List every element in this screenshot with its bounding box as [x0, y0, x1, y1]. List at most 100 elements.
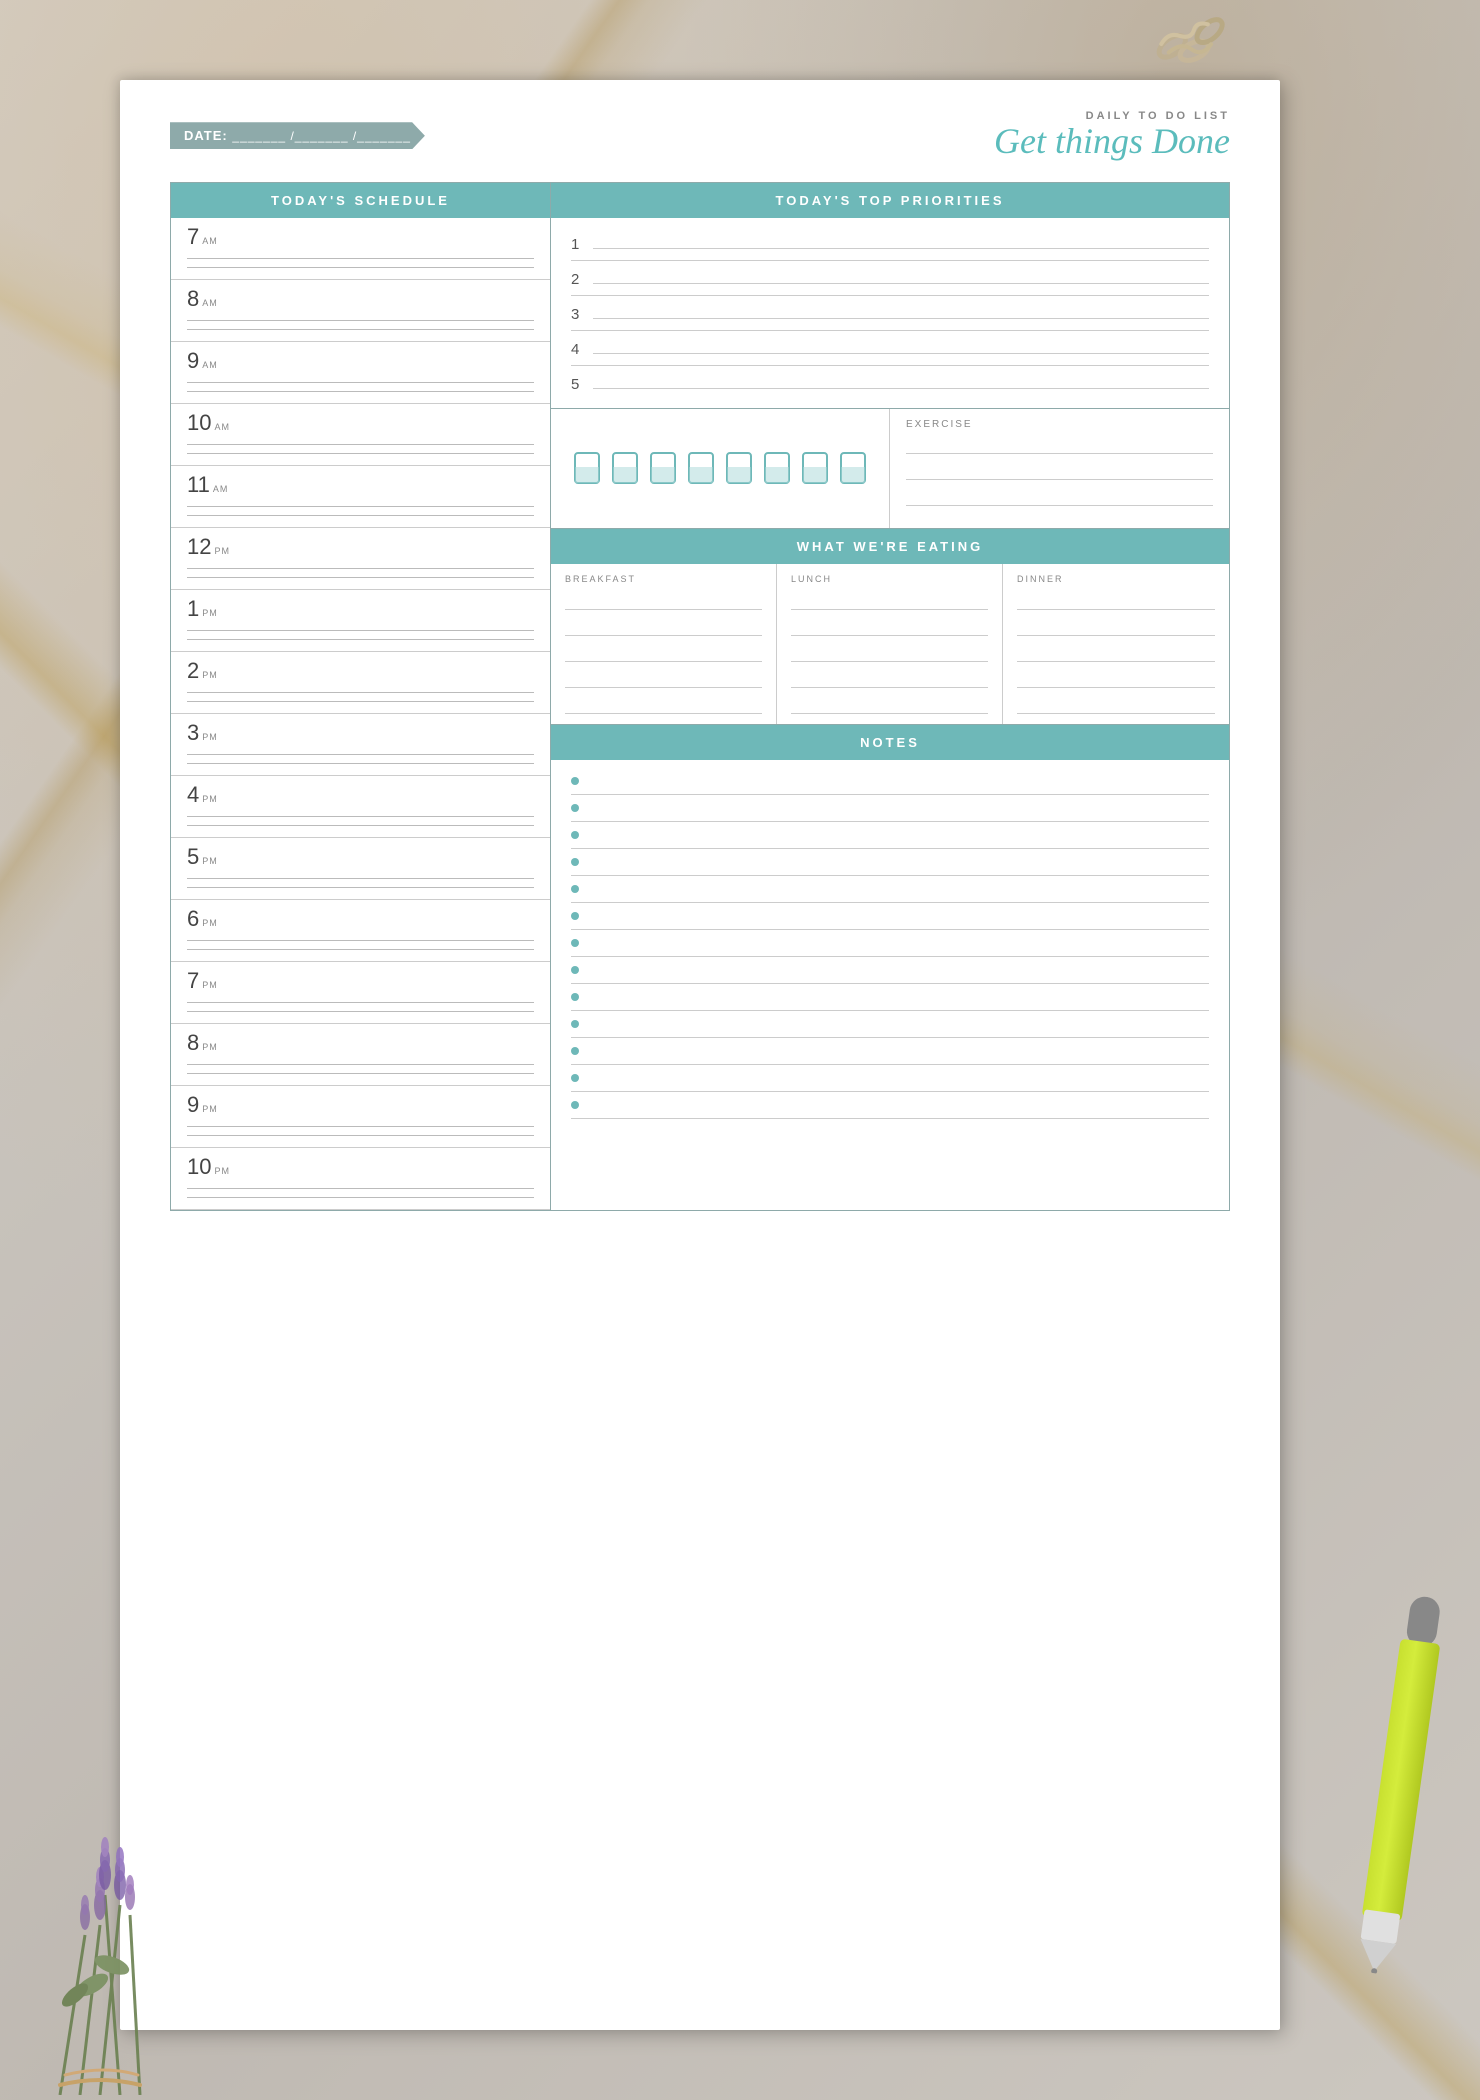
priorities-header: TODAY'S TOP PRIORITIES	[551, 183, 1229, 218]
time-slot-2pm: 2 PM	[171, 652, 550, 714]
note-row-7[interactable]	[571, 930, 1209, 957]
breakfast-line-4[interactable]	[565, 672, 762, 688]
note-row-5[interactable]	[571, 876, 1209, 903]
right-column: TODAY'S TOP PRIORITIES 1 2 3	[551, 183, 1229, 1210]
lunch-line-2[interactable]	[791, 620, 988, 636]
paper-header: DATE: _______ /_______ /_______ DAILY TO…	[120, 80, 1280, 182]
priority-row-4[interactable]: 4	[571, 331, 1209, 366]
note-bullet-1	[571, 777, 579, 785]
note-row-8[interactable]	[571, 957, 1209, 984]
water-glass-2[interactable]	[609, 449, 641, 487]
breakfast-col: BREAKFAST	[551, 564, 777, 724]
note-bullet-2	[571, 804, 579, 812]
exercise-label: EXERCISE	[906, 419, 1213, 430]
notes-list	[551, 760, 1229, 1127]
note-bullet-4	[571, 858, 579, 866]
dinner-line-3[interactable]	[1017, 646, 1215, 662]
note-bullet-3	[571, 831, 579, 839]
note-row-6[interactable]	[571, 903, 1209, 930]
priority-row-2[interactable]: 2	[571, 261, 1209, 296]
water-glass-1[interactable]	[571, 449, 603, 487]
water-glass-3[interactable]	[647, 449, 679, 487]
dinner-line-4[interactable]	[1017, 672, 1215, 688]
exercise-line-3[interactable]	[906, 490, 1213, 506]
lunch-line-1[interactable]	[791, 594, 988, 610]
note-row-12[interactable]	[571, 1065, 1209, 1092]
time-slot-10pm: 10 PM	[171, 1148, 550, 1210]
note-bullet-9	[571, 993, 579, 1001]
dinner-line-1[interactable]	[1017, 594, 1215, 610]
note-bullet-13	[571, 1101, 579, 1109]
note-bullet-12	[571, 1074, 579, 1082]
lavender-decoration	[0, 1745, 250, 2100]
dinner-label: DINNER	[1017, 574, 1215, 584]
dinner-line-5[interactable]	[1017, 698, 1215, 714]
meals-grid: BREAKFAST LUNCH	[551, 564, 1229, 724]
lunch-col: LUNCH	[777, 564, 1003, 724]
note-row-13[interactable]	[571, 1092, 1209, 1119]
exercise-line-1[interactable]	[906, 438, 1213, 454]
note-bullet-7	[571, 939, 579, 947]
time-slot-4pm: 4 PM	[171, 776, 550, 838]
note-bullet-6	[571, 912, 579, 920]
notes-section: NOTES	[551, 725, 1229, 1210]
water-exercise-section: EXERCISE	[551, 409, 1229, 529]
priority-list: 1 2 3 4 5	[551, 218, 1229, 408]
notes-header: NOTES	[551, 725, 1229, 760]
water-glass-8[interactable]	[837, 449, 869, 487]
time-slot-10am: 10 AM	[171, 404, 550, 466]
exercise-section: EXERCISE	[890, 409, 1229, 528]
time-slot-9am: 9 AM	[171, 342, 550, 404]
eating-section: WHAT WE'RE EATING BREAKFAST LUNCH	[551, 529, 1229, 725]
note-row-2[interactable]	[571, 795, 1209, 822]
water-glass-7[interactable]	[799, 449, 831, 487]
time-slot-6pm: 6 PM	[171, 900, 550, 962]
eating-header: WHAT WE'RE EATING	[551, 529, 1229, 564]
note-bullet-11	[571, 1047, 579, 1055]
note-bullet-5	[571, 885, 579, 893]
water-section	[551, 409, 890, 528]
note-row-11[interactable]	[571, 1038, 1209, 1065]
time-slot-1pm: 1 PM	[171, 590, 550, 652]
note-row-9[interactable]	[571, 984, 1209, 1011]
water-glass-4[interactable]	[685, 449, 717, 487]
main-grid: TODAY'S SCHEDULE 7 AM 8 AM	[170, 182, 1230, 1211]
lunch-line-4[interactable]	[791, 672, 988, 688]
breakfast-line-1[interactable]	[565, 594, 762, 610]
time-slot-5pm: 5 PM	[171, 838, 550, 900]
note-row-1[interactable]	[571, 768, 1209, 795]
time-slot-9pm: 9 PM	[171, 1086, 550, 1148]
exercise-lines	[906, 438, 1213, 506]
time-slot-7pm: 7 PM	[171, 962, 550, 1024]
breakfast-line-5[interactable]	[565, 698, 762, 714]
time-slot-3pm: 3 PM	[171, 714, 550, 776]
time-slot-8pm: 8 PM	[171, 1024, 550, 1086]
lunch-label: LUNCH	[791, 574, 988, 584]
priority-row-1[interactable]: 1	[571, 226, 1209, 261]
priority-row-3[interactable]: 3	[571, 296, 1209, 331]
breakfast-label: BREAKFAST	[565, 574, 762, 584]
time-slot-11am: 11 AM	[171, 466, 550, 528]
breakfast-line-3[interactable]	[565, 646, 762, 662]
time-slot-7am: 7 AM	[171, 218, 550, 280]
note-row-3[interactable]	[571, 822, 1209, 849]
lunch-line-3[interactable]	[791, 646, 988, 662]
schedule-column: TODAY'S SCHEDULE 7 AM 8 AM	[171, 183, 551, 1210]
lunch-line-5[interactable]	[791, 698, 988, 714]
time-slot-8am: 8 AM	[171, 280, 550, 342]
dinner-line-2[interactable]	[1017, 620, 1215, 636]
schedule-header: TODAY'S SCHEDULE	[171, 183, 550, 218]
time-slot-12pm: 12 PM	[171, 528, 550, 590]
water-glass-6[interactable]	[761, 449, 793, 487]
priorities-section: TODAY'S TOP PRIORITIES 1 2 3	[551, 183, 1229, 409]
note-row-4[interactable]	[571, 849, 1209, 876]
date-label: DATE: _______ /_______ /_______	[170, 122, 425, 149]
note-row-10[interactable]	[571, 1011, 1209, 1038]
priority-row-5[interactable]: 5	[571, 366, 1209, 400]
date-section: DATE: _______ /_______ /_______	[170, 122, 435, 149]
exercise-line-2[interactable]	[906, 464, 1213, 480]
dinner-col: DINNER	[1003, 564, 1229, 724]
breakfast-line-2[interactable]	[565, 620, 762, 636]
water-glass-5[interactable]	[723, 449, 755, 487]
note-bullet-10	[571, 1020, 579, 1028]
